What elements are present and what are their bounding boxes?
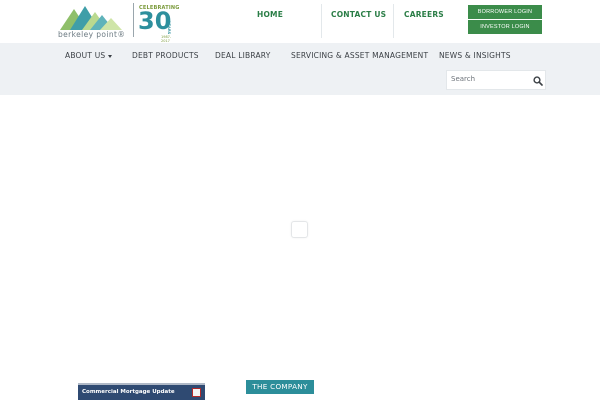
top-link-contact[interactable]: CONTACT US [331, 10, 386, 19]
investor-login-button[interactable]: INVESTOR LOGIN [468, 20, 542, 34]
widget-badge-icon [192, 388, 201, 397]
nav-item-deal-library[interactable]: DEAL LIBRARY [215, 51, 271, 60]
nav-item-servicing[interactable]: SERVICING & ASSET MANAGEMENT [291, 51, 428, 60]
top-link-divider [393, 4, 394, 38]
mortgage-update-widget[interactable]: Commercial Mortgage Update [78, 383, 205, 400]
loading-spinner [291, 221, 308, 238]
anniversary-badge: CELEBRATING 30 YEARS 1987-2017 [136, 2, 179, 43]
widget-label: Commercial Mortgage Update [82, 389, 175, 395]
nav-item-debt-products[interactable]: DEBT PRODUCTS [132, 51, 199, 60]
search-icon[interactable] [533, 76, 543, 86]
logo-divider [133, 3, 134, 37]
logo[interactable]: berkeley point® [58, 4, 128, 39]
top-bar: berkeley point® CELEBRATING 30 YEARS 198… [0, 0, 600, 43]
page: berkeley point® CELEBRATING 30 YEARS 198… [0, 0, 600, 400]
nav-item-news[interactable]: NEWS & INSIGHTS [439, 51, 511, 60]
badge-dates: 1987-2017 [161, 35, 172, 43]
top-link-divider [321, 4, 322, 38]
caret-down-icon [108, 54, 113, 58]
nav-item-about[interactable]: ABOUT US [65, 51, 113, 60]
top-link-careers[interactable]: CAREERS [404, 10, 444, 19]
search-input[interactable] [451, 73, 531, 85]
nav-item-label: ABOUT US [65, 51, 106, 60]
brand-wordmark: berkeley point® [58, 30, 126, 39]
top-link-home[interactable]: HOME [257, 10, 283, 19]
section-title-company: THE COMPANY [246, 380, 314, 394]
search-box [446, 70, 546, 90]
borrower-login-button[interactable]: BORROWER LOGIN [468, 5, 542, 19]
badge-years: YEARS [167, 21, 171, 35]
mountains-logo-icon [60, 6, 122, 30]
